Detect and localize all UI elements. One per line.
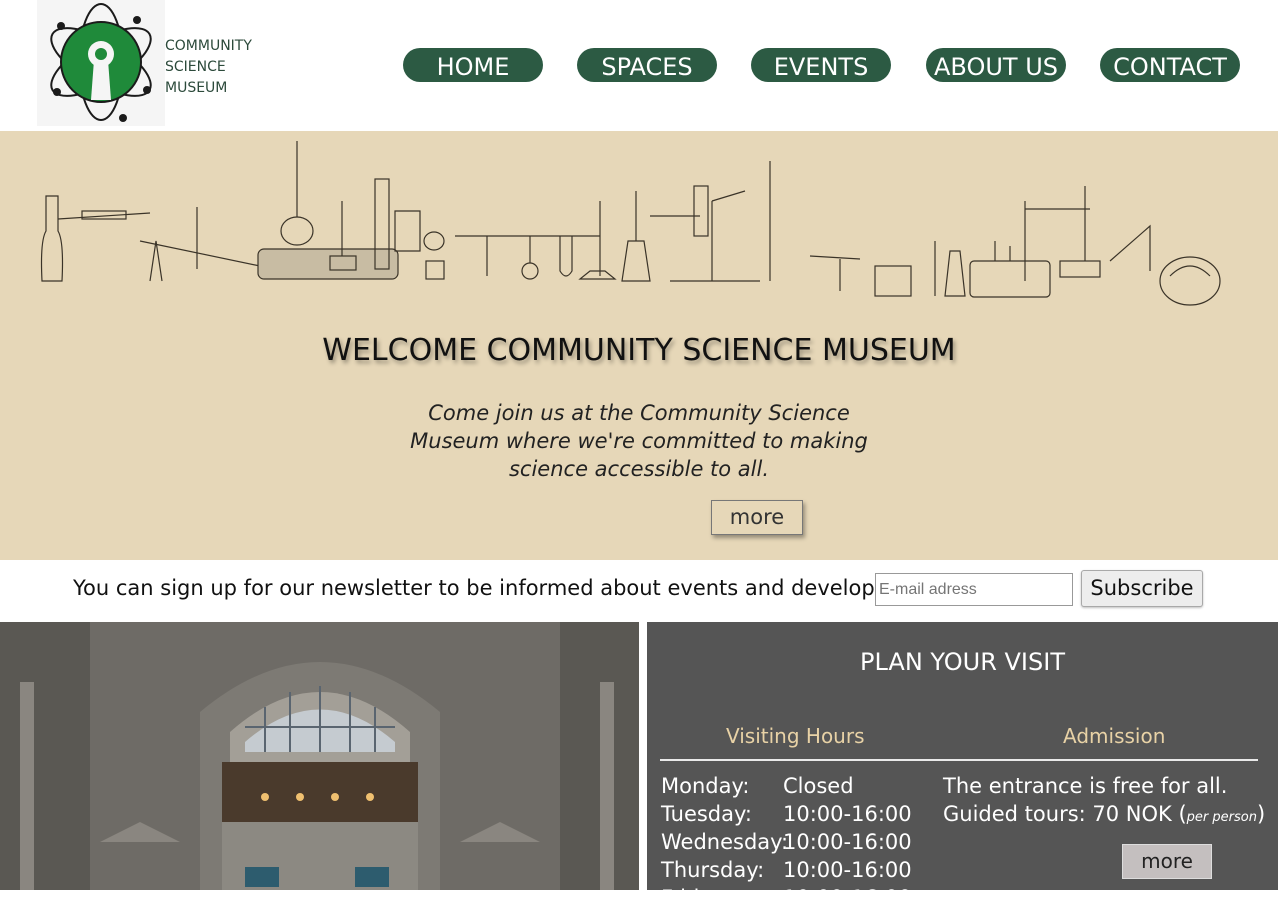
hours-time: 10:00-16:00 <box>783 858 912 882</box>
hours-row: Thursday: 10:00-16:00 <box>661 856 912 884</box>
hours-day: Friday: <box>661 886 731 910</box>
site-header: COMMUNITY SCIENCE MUSEUM HOME SPACES EVE… <box>0 0 1278 131</box>
hero-title: WELCOME COMMUNITY SCIENCE MUSEUM <box>322 333 956 368</box>
logo[interactable] <box>37 0 165 126</box>
email-input[interactable] <box>875 573 1073 606</box>
hours-time: 10:00-16:00 <box>783 830 912 854</box>
divider <box>660 759 1258 761</box>
hours-row: Wednesday: 10:00-16:00 <box>661 828 912 856</box>
atom-keyhole-logo-icon <box>50 3 152 122</box>
nav-home-button[interactable]: HOME <box>403 48 543 82</box>
plan-visit-panel: PLAN YOUR VISIT Visiting Hours Admission… <box>647 622 1278 910</box>
nav-spaces-button[interactable]: SPACES <box>577 48 717 82</box>
tours-price: Guided tours: 70 NOK ( <box>943 802 1187 826</box>
hero-section: WELCOME COMMUNITY SCIENCE MUSEUM Come jo… <box>0 131 1278 560</box>
admission-free-text: The entrance is free for all. <box>943 774 1228 798</box>
newsletter-bar: You can sign up for our newsletter to be… <box>0 560 1278 622</box>
hours-row: Tuesday: 10:00-16:00 <box>661 800 912 828</box>
subscribe-button[interactable]: Subscribe <box>1081 570 1203 607</box>
visiting-hours-heading: Visiting Hours <box>726 724 865 748</box>
admission-info: The entrance is free for all. Guided tou… <box>943 772 1265 832</box>
hours-day: Tuesday: <box>661 802 752 826</box>
nav-contact-button[interactable]: CONTACT <box>1100 48 1240 82</box>
hours-row: Friday: 10:00-16:00 <box>661 884 912 912</box>
museum-hall-image <box>0 622 639 890</box>
hours-time: Closed <box>783 774 854 798</box>
museum-hall-photo <box>0 622 639 890</box>
admission-heading: Admission <box>1063 724 1166 748</box>
logo-line: COMMUNITY <box>165 38 252 54</box>
hours-day: Thursday: <box>661 858 765 882</box>
hours-day: Monday: <box>661 774 750 798</box>
hours-table: Monday: Closed Tuesday: 10:00-16:00 Wedn… <box>661 772 912 912</box>
hero-description: Come join us at the Community Science Mu… <box>410 401 868 481</box>
laboratory-apparatus-illustration <box>40 141 1221 306</box>
per-person-note: per person <box>1186 810 1257 825</box>
hours-day: Wednesday: <box>661 830 789 854</box>
logo-line: MUSEUM <box>165 80 228 96</box>
nav-events-button[interactable]: EVENTS <box>751 48 891 82</box>
tours-close-paren: ) <box>1256 802 1266 826</box>
hero-more-button[interactable]: more <box>711 500 803 535</box>
logo-line: SCIENCE <box>165 59 226 75</box>
logo-text: COMMUNITY SCIENCE MUSEUM <box>165 36 252 99</box>
hours-time: 10:00-16:00 <box>783 886 912 910</box>
hours-time: 10:00-16:00 <box>783 802 912 826</box>
nav-about-us-button[interactable]: ABOUT US <box>926 48 1066 82</box>
newsletter-text: You can sign up for our newsletter to be… <box>73 576 948 600</box>
plan-visit-title: PLAN YOUR VISIT <box>860 648 1065 676</box>
visit-more-button[interactable]: more <box>1122 844 1212 879</box>
admission-tours-text: Guided tours: 70 NOK (per person) <box>943 800 1265 832</box>
hours-row: Monday: Closed <box>661 772 912 800</box>
